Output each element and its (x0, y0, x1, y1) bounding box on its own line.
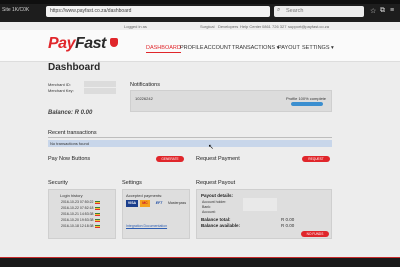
merchant-info: Merchant ID: Merchant Key: (48, 81, 120, 112)
address-bar[interactable]: https://www.payfast.co.za/dashboard (46, 6, 270, 17)
browser-search-input[interactable]: ⌕ Search (274, 6, 364, 17)
address-url: https://www.payfast.co.za/dashboard (50, 8, 132, 14)
page-title: Dashboard (48, 62, 101, 73)
payfast-logo[interactable]: PayFast (48, 35, 106, 53)
payout-card: Payout details: Account holder: Bank: Ac… (196, 189, 332, 239)
profile-complete-text: Profile 100% complete (286, 96, 327, 101)
star-icon[interactable]: ☆ (370, 7, 376, 15)
visa-icon: VISA (126, 200, 138, 207)
search-icon: ⌕ (277, 7, 281, 13)
request-button[interactable]: REQUEST (302, 156, 330, 162)
utility-email[interactable]: support@payfast.co.za (288, 24, 329, 29)
nav-settings[interactable]: SETTINGS ▾ (302, 45, 334, 51)
balance-available-value: R 0.00 (281, 223, 295, 228)
recent-transactions-title: Recent transactions (48, 130, 97, 136)
login-history-label: Login history (60, 193, 83, 198)
payout-details-label: Payout details: (201, 193, 234, 198)
masterpass-icon: Masterpass (168, 201, 187, 205)
browser-search-placeholder: Search (286, 8, 304, 14)
integration-docs-link[interactable]: Integration Documentation (126, 224, 167, 228)
login-row: 2016-10-18 12:18:38 (61, 224, 100, 228)
merchant-id-label: Merchant ID: (48, 82, 71, 87)
merchant-key-value (84, 88, 116, 94)
security-card: Login history 2016-10-23 07:50:22 2016-1… (48, 189, 116, 239)
no-funds-button[interactable]: NO FUNDS (301, 231, 329, 237)
utility-link-surgical[interactable]: Surgical (200, 24, 214, 29)
profile-progress-fill (291, 102, 323, 106)
request-payment-title: Request Payment (196, 156, 240, 162)
bookmark-icon[interactable]: ⧉ (380, 7, 385, 15)
login-row: 2016-10-22 07:52:18 (61, 206, 100, 210)
eft-icon: EFT (155, 201, 163, 205)
tab-strip (0, 0, 400, 4)
merchant-id-value (84, 81, 116, 87)
flag-icon (94, 200, 100, 204)
merchant-key-label: Merchant Key: (48, 88, 74, 93)
nav-transactions[interactable]: TRANSACTIONS ▾ (232, 45, 279, 51)
utility-link-developers[interactable]: Developers (218, 24, 238, 29)
no-transactions-message: No transactions found (48, 140, 332, 147)
generate-button[interactable]: GENERATE (156, 156, 184, 162)
notifications-panel: 10226242 Profile 100% complete (130, 90, 332, 112)
balance-total-label: Balance total: (201, 217, 231, 222)
menu-icon[interactable]: ≡ (390, 7, 394, 14)
login-row: 2016-10-20 19:53:38 (61, 218, 100, 222)
browser-status-label: Site 1K/C0K (2, 7, 30, 13)
payout-bank: Bank: (202, 205, 211, 209)
browser-toolbar: Site 1K/C0K https://www.payfast.co.za/da… (0, 0, 400, 22)
nav-account[interactable]: ACCOUNT (204, 45, 231, 51)
flag-icon (94, 206, 100, 210)
site-header: PayFast DASHBOARD PROFILE ACCOUNT TRANSA… (0, 30, 400, 62)
notification-id: 10226242 (135, 96, 153, 101)
login-row: 2016-10-23 07:50:22 (61, 200, 100, 204)
nav-dashboard[interactable]: DASHBOARD (146, 45, 181, 53)
payout-details-value (243, 198, 277, 211)
settings-card: Accepted payments: VISA MC EFT Masterpas… (122, 189, 190, 239)
divider (48, 137, 332, 138)
mastercard-icon: MC (140, 200, 150, 207)
notifications-title: Notifications (130, 82, 160, 88)
flag-icon (94, 212, 100, 216)
payout-account: Account: (202, 210, 216, 214)
settings-title: Settings (122, 180, 142, 186)
pay-now-title: Pay Now Buttons (48, 156, 91, 162)
security-title: Security (48, 180, 68, 186)
dashboard-page: Logged in as Surgical Developers Help Ce… (0, 22, 400, 258)
profile-progress-bar (291, 102, 323, 106)
nav-payout[interactable]: PAYOUT (278, 45, 300, 51)
utility-link-help[interactable]: Help Center (240, 24, 261, 29)
bottom-bezel (0, 258, 400, 267)
payout-account-holder: Account holder: (202, 200, 227, 204)
balance-available-label: Balance available: (201, 223, 241, 228)
utility-bar: Logged in as Surgical Developers Help Ce… (0, 22, 400, 30)
nav-profile[interactable]: PROFILE (180, 45, 204, 51)
flag-icon (94, 224, 100, 228)
logged-in-label: Logged in as (124, 24, 147, 29)
logo-mark-icon (110, 38, 118, 47)
flag-icon (94, 218, 100, 222)
utility-phone: 0861 726 327 (262, 24, 287, 29)
balance-total-value: R 0.00 (281, 217, 295, 222)
request-payout-title: Request Payout (196, 180, 236, 186)
accepted-payments-label: Accepted payments: (126, 193, 163, 198)
login-row: 2016-10-21 14:53:38 (61, 212, 100, 216)
balance-text: Balance: R 0.00 (48, 110, 93, 116)
mouse-cursor-icon: ↖ (208, 144, 214, 151)
